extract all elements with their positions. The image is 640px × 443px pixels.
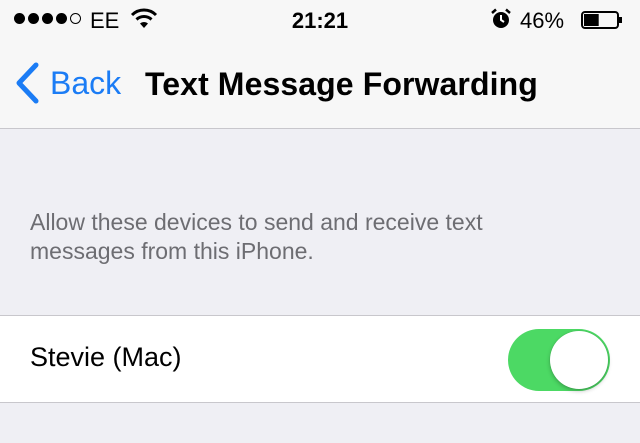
alarm-icon	[491, 8, 511, 28]
navigation-bar: Back Text Message Forwarding	[0, 40, 640, 128]
section-description: Allow these devices to send and receive …	[30, 209, 483, 264]
device-forwarding-toggle[interactable]	[508, 329, 610, 391]
battery-percentage: 46%	[520, 8, 565, 33]
back-chevron-icon	[16, 62, 39, 104]
toggle-knob	[550, 331, 608, 389]
device-row: Stevie (Mac)	[0, 315, 640, 403]
battery-icon	[581, 11, 622, 29]
status-bar: EE 21:21 46%	[0, 0, 640, 40]
back-button-label: Back	[50, 64, 122, 101]
page-title: Text Message Forwarding	[145, 66, 538, 102]
top-bar: EE 21:21 46% Back Text Message Forwardin…	[0, 0, 640, 129]
back-button[interactable]: Back	[14, 62, 121, 104]
device-label: Stevie (Mac)	[30, 342, 182, 372]
